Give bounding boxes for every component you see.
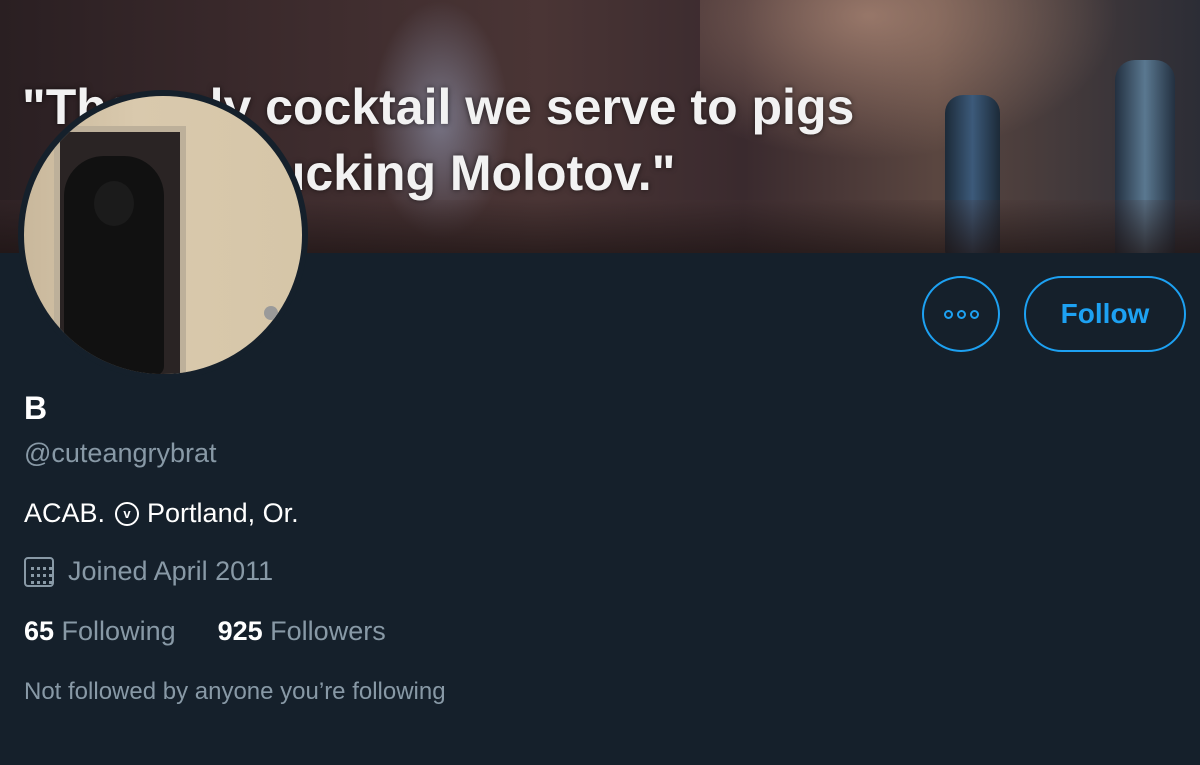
- more-options-button[interactable]: [922, 276, 1000, 352]
- avatar-door-knob: [264, 306, 278, 320]
- profile-stats: 65 Following 925 Followers: [24, 616, 428, 647]
- join-date-text: Joined April 2011: [68, 556, 274, 586]
- display-name: B: [24, 390, 48, 426]
- join-date: Joined April 2011: [24, 556, 273, 587]
- calendar-icon: [24, 556, 54, 587]
- followers-link[interactable]: 925 Followers: [218, 616, 386, 647]
- bio-location: Portland, Or.: [147, 498, 299, 528]
- profile-avatar[interactable]: [18, 90, 308, 380]
- avatar-photo: [24, 96, 302, 374]
- following-link[interactable]: 65 Following: [24, 616, 176, 647]
- mutual-followers-text: Not followed by anyone you’re following: [24, 678, 446, 705]
- following-count: 65: [24, 616, 62, 646]
- bio-text: ACAB.: [24, 498, 106, 528]
- user-handle: @cuteangrybrat: [24, 438, 217, 468]
- followers-label: Followers: [270, 616, 386, 646]
- more-options-icon: [943, 309, 979, 319]
- followers-count: 925: [217, 616, 271, 646]
- avatar-face: [94, 181, 134, 226]
- following-label: Following: [61, 616, 176, 646]
- v-circle-icon: v: [115, 501, 140, 526]
- profile-bio: ACAB. v Portland, Or.: [24, 498, 299, 529]
- follow-button[interactable]: Follow: [1024, 276, 1186, 352]
